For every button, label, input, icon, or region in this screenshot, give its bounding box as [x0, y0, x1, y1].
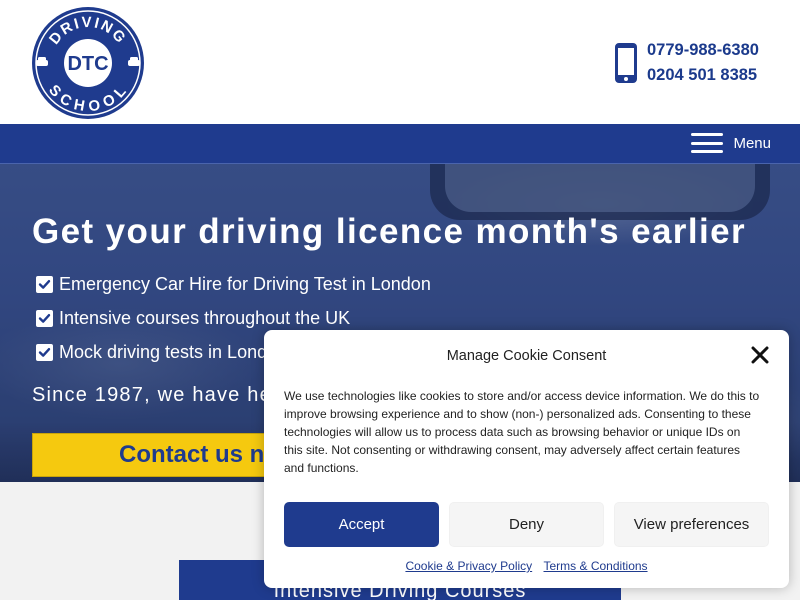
cookie-consent-dialog: Manage Cookie Consent We use technologie…: [264, 330, 789, 588]
checkbox-icon: [36, 343, 53, 361]
smartphone-icon: [615, 43, 637, 83]
phone-link-landline[interactable]: 0204 501 8385: [647, 63, 759, 88]
feature-text: Emergency Car Hire for Driving Test in L…: [59, 273, 431, 294]
cookie-policy-link[interactable]: Cookie & Privacy Policy: [405, 559, 532, 573]
cookie-dialog-title: Manage Cookie Consent: [446, 348, 607, 364]
menu-button[interactable]: Menu: [691, 133, 771, 153]
feature-text: Intensive courses throughout the UK: [59, 307, 351, 328]
main-navbar: Menu: [0, 124, 800, 164]
view-preferences-button[interactable]: View preferences: [614, 502, 769, 547]
cookie-dialog-body: We use technologies like cookies to stor…: [284, 389, 760, 475]
hero-title: Get your driving licence month's earlier: [32, 212, 746, 251]
checkbox-icon: [36, 275, 53, 293]
hamburger-icon: [691, 133, 724, 153]
feature-item: Emergency Car Hire for Driving Test in L…: [36, 267, 431, 301]
site-header: DRIVING SCHOOL DTC 0779-988-6380 0204 50…: [0, 0, 800, 124]
dtc-logo[interactable]: DRIVING SCHOOL DTC: [30, 5, 146, 121]
close-icon[interactable]: [751, 346, 769, 364]
accept-button[interactable]: Accept: [284, 502, 439, 547]
deny-button[interactable]: Deny: [449, 502, 604, 547]
feature-text: Mock driving tests in London: [59, 341, 288, 362]
phone-link-mobile[interactable]: 0779-988-6380: [647, 38, 759, 63]
phone-contacts: 0779-988-6380 0204 501 8385: [614, 38, 759, 88]
logo-center-text: DTC: [67, 53, 108, 75]
terms-link[interactable]: Terms & Conditions: [544, 559, 648, 573]
menu-label: Menu: [733, 134, 771, 152]
cookie-links: Cookie & Privacy Policy Terms & Conditio…: [264, 559, 789, 573]
checkbox-icon: [36, 309, 53, 327]
